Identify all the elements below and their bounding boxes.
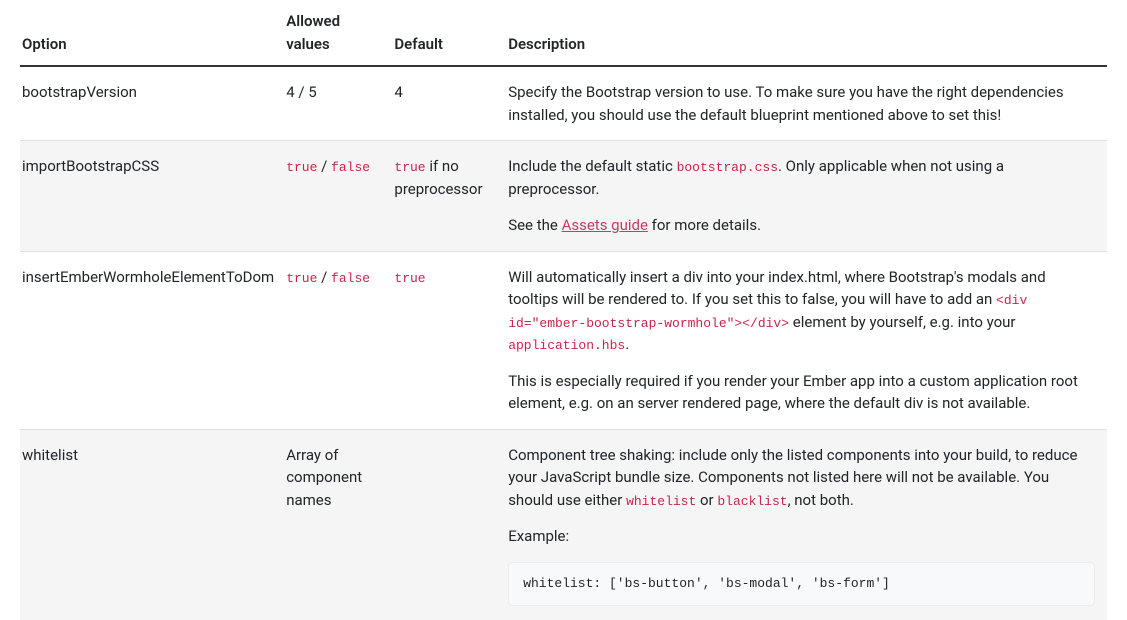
code-false: false bbox=[331, 271, 370, 286]
desc-text: Component tree shaking: include only the… bbox=[508, 444, 1095, 512]
allowed-values: Array of component names bbox=[286, 429, 394, 620]
header-default: Default bbox=[394, 0, 508, 66]
text: , not both. bbox=[788, 491, 854, 509]
options-table: Option Allowed values Default Descriptio… bbox=[20, 0, 1107, 620]
desc-text: Include the default static bootstrap.css… bbox=[508, 155, 1095, 200]
text: See the bbox=[508, 216, 561, 234]
code-true: true bbox=[394, 160, 425, 175]
desc-text: Will automatically insert a div into you… bbox=[508, 266, 1095, 356]
desc-text: Specify the Bootstrap version to use. To… bbox=[508, 81, 1095, 126]
separator: / bbox=[317, 157, 331, 175]
option-name: whitelist bbox=[20, 429, 286, 620]
table-row: whitelist Array of component names Compo… bbox=[20, 429, 1107, 620]
text: element by yourself, e.g. into your bbox=[789, 313, 1015, 331]
code-filename: bootstrap.css bbox=[677, 160, 778, 175]
text: or bbox=[696, 491, 717, 509]
option-name: bootstrapVersion bbox=[20, 66, 286, 141]
code-false: false bbox=[331, 160, 370, 175]
allowed-values: true / false bbox=[286, 141, 394, 252]
code-block: whitelist: ['bs-button', 'bs-modal', 'bs… bbox=[508, 562, 1095, 607]
separator: / bbox=[317, 268, 331, 286]
text: . bbox=[625, 335, 629, 353]
code-blacklist: blacklist bbox=[717, 494, 787, 509]
table-row: importBootstrapCSS true / false true if … bbox=[20, 141, 1107, 252]
option-name: insertEmberWormholeElementToDom bbox=[20, 251, 286, 429]
text: Include the default static bbox=[508, 157, 676, 175]
code-true: true bbox=[394, 271, 425, 286]
description: Component tree shaking: include only the… bbox=[508, 429, 1107, 620]
example-code: whitelist: ['bs-button', 'bs-modal', 'bs… bbox=[523, 576, 890, 591]
table-row: insertEmberWormholeElementToDom true / f… bbox=[20, 251, 1107, 429]
table-header-row: Option Allowed values Default Descriptio… bbox=[20, 0, 1107, 66]
header-option: Option bbox=[20, 0, 286, 66]
code-true: true bbox=[286, 160, 317, 175]
description: Include the default static bootstrap.css… bbox=[508, 141, 1107, 252]
desc-text: This is especially required if you rende… bbox=[508, 370, 1095, 415]
description: Will automatically insert a div into you… bbox=[508, 251, 1107, 429]
default-value: 4 bbox=[394, 66, 508, 141]
option-name: importBootstrapCSS bbox=[20, 141, 286, 252]
desc-text: See the Assets guide for more details. bbox=[508, 214, 1095, 237]
text: for more details. bbox=[648, 216, 761, 234]
table-row: bootstrapVersion 4 / 5 4 Specify the Boo… bbox=[20, 66, 1107, 141]
default-value: true bbox=[394, 251, 508, 429]
header-allowed: Allowed values bbox=[286, 0, 394, 66]
allowed-values: true / false bbox=[286, 251, 394, 429]
code-filename: application.hbs bbox=[508, 338, 625, 353]
default-value bbox=[394, 429, 508, 620]
code-whitelist: whitelist bbox=[626, 494, 696, 509]
code-true: true bbox=[286, 271, 317, 286]
description: Specify the Bootstrap version to use. To… bbox=[508, 66, 1107, 141]
assets-guide-link[interactable]: Assets guide bbox=[562, 216, 648, 234]
example-label: Example: bbox=[508, 525, 1095, 548]
default-value: true if no preprocessor bbox=[394, 141, 508, 252]
text: Will automatically insert a div into you… bbox=[508, 268, 1045, 309]
header-description: Description bbox=[508, 0, 1107, 66]
allowed-values: 4 / 5 bbox=[286, 66, 394, 141]
